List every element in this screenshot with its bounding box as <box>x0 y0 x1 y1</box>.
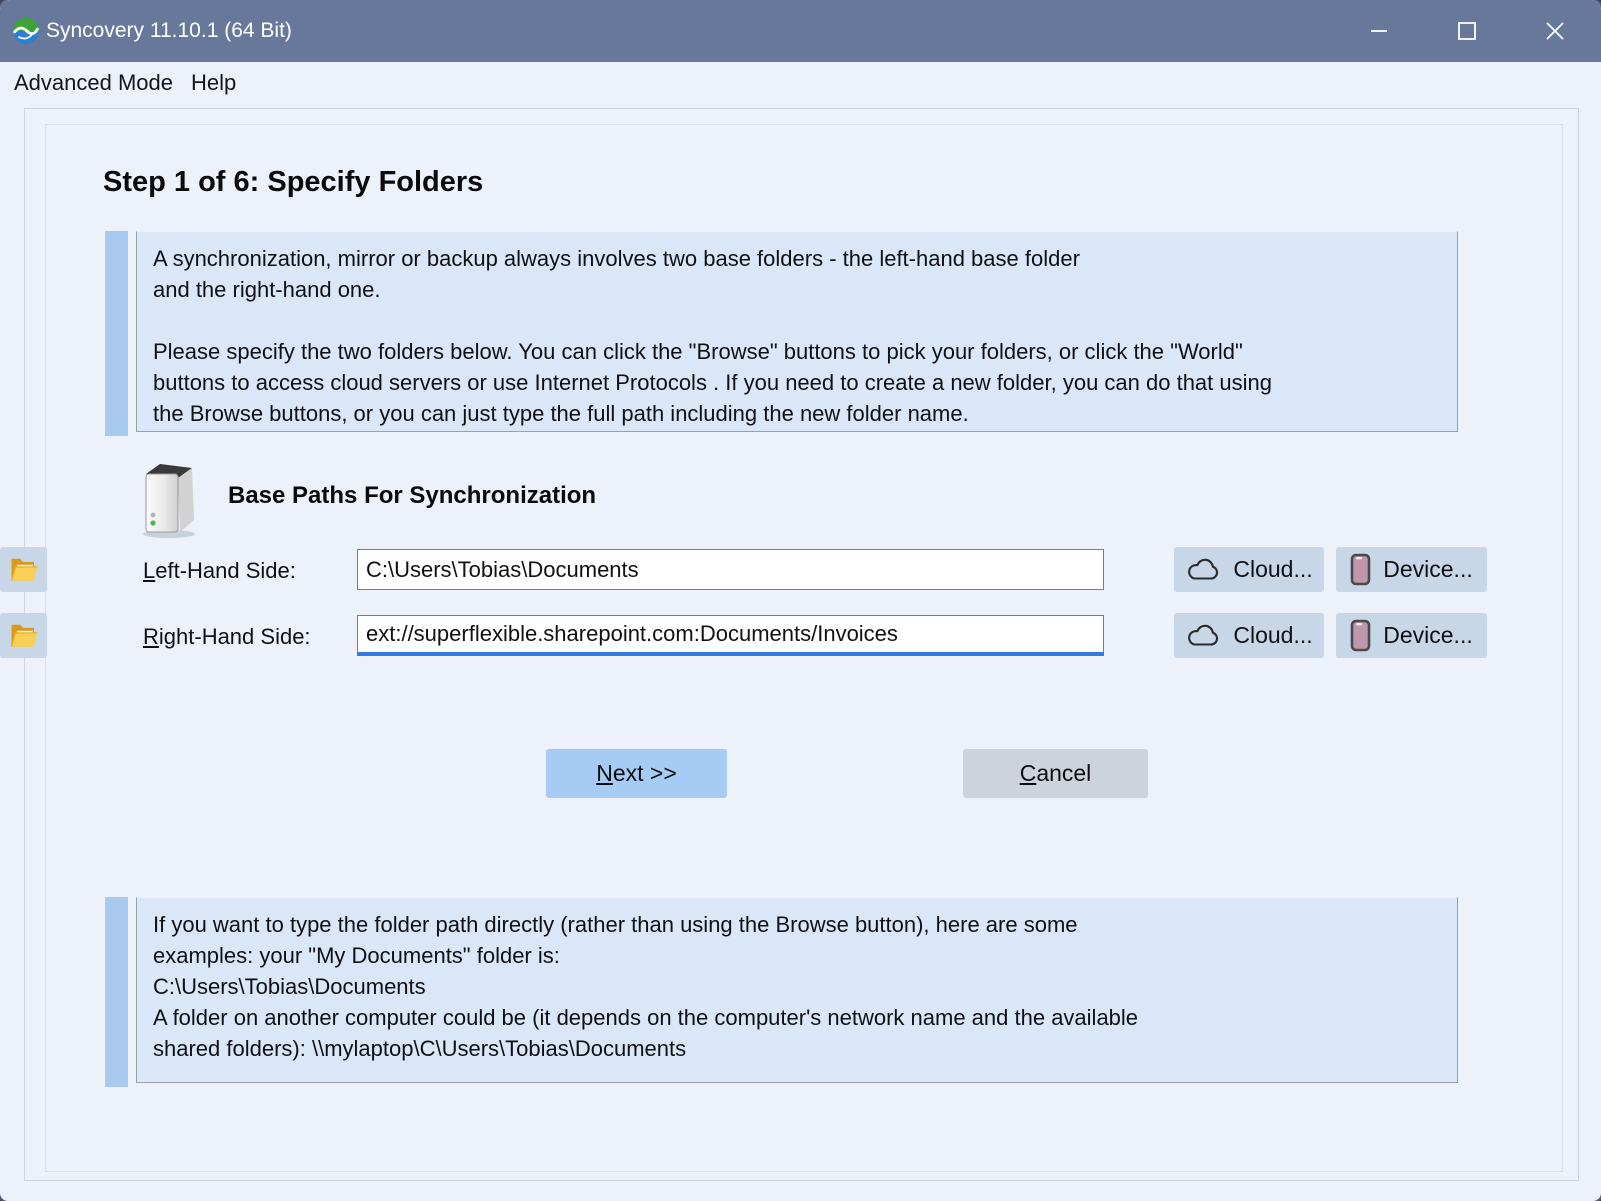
external-drive-icon <box>138 460 200 540</box>
info-accent-bar <box>105 231 128 436</box>
menu-advanced-mode[interactable]: Advanced Mode <box>14 66 181 102</box>
menu-help[interactable]: Help <box>191 66 244 102</box>
smartphone-icon <box>1350 619 1371 652</box>
menu-bar: Advanced Mode Help <box>0 62 1601 106</box>
cloud-icon <box>1185 557 1221 582</box>
info-text-line <box>153 305 1441 336</box>
section-title: Base Paths For Synchronization <box>228 482 596 510</box>
right-hand-side-label: Right-Hand Side: <box>143 624 311 650</box>
left-path-input[interactable] <box>357 549 1104 590</box>
maximize-button[interactable] <box>1423 0 1511 62</box>
device-left-button[interactable]: Device... <box>1336 547 1487 592</box>
intro-info-box: A synchronization, mirror or backup alwa… <box>136 231 1458 432</box>
info-text-line: A folder on another computer could be (i… <box>153 1002 1441 1033</box>
info-text-line: the Browse buttons, or you can just type… <box>153 398 1441 429</box>
cloud-left-button[interactable]: Cloud... <box>1174 547 1324 592</box>
right-path-input[interactable] <box>357 615 1104 656</box>
info-text-line: A synchronization, mirror or backup alwa… <box>153 243 1441 274</box>
info-text-line: buttons to access cloud servers or use I… <box>153 367 1441 398</box>
title-bar: Syncovery 11.10.1 (64 Bit) <box>0 0 1601 62</box>
close-button[interactable] <box>1511 0 1599 62</box>
minimize-icon <box>1369 21 1389 41</box>
app-window: Syncovery 11.10.1 (64 Bit) Advanced <box>0 0 1601 1201</box>
folder-icon <box>9 622 39 650</box>
minimize-button[interactable] <box>1335 0 1423 62</box>
info-text-line: shared folders): \\mylaptop\C\Users\Tobi… <box>153 1033 1441 1064</box>
folder-icon <box>9 556 39 584</box>
info-text-line: examples: your "My Documents" folder is: <box>153 940 1441 971</box>
next-button[interactable]: Next >> <box>546 749 727 798</box>
maximize-icon <box>1457 21 1477 41</box>
examples-info-box: If you want to type the folder path dire… <box>136 897 1458 1083</box>
syncovery-logo-icon <box>12 17 40 45</box>
device-right-button[interactable]: Device... <box>1336 613 1487 658</box>
info-text-line: Please specify the two folders below. Yo… <box>153 336 1441 367</box>
info-text-line: C:\Users\Tobias\Documents <box>153 971 1441 1002</box>
smartphone-icon <box>1350 553 1371 586</box>
left-hand-side-label: Left-Hand Side: <box>143 558 296 584</box>
info-text-line: If you want to type the folder path dire… <box>153 909 1441 940</box>
window-title: Syncovery 11.10.1 (64 Bit) <box>46 0 292 62</box>
cloud-icon <box>1185 623 1221 648</box>
page-title: Step 1 of 6: Specify Folders <box>103 166 483 199</box>
browse-right-button[interactable] <box>0 613 47 658</box>
close-icon <box>1544 20 1566 42</box>
info-text-line: and the right-hand one. <box>153 274 1441 305</box>
cancel-button[interactable]: Cancel <box>963 749 1148 798</box>
info-accent-bar <box>105 897 128 1087</box>
browse-left-button[interactable] <box>0 547 47 592</box>
cloud-right-button[interactable]: Cloud... <box>1174 613 1324 658</box>
